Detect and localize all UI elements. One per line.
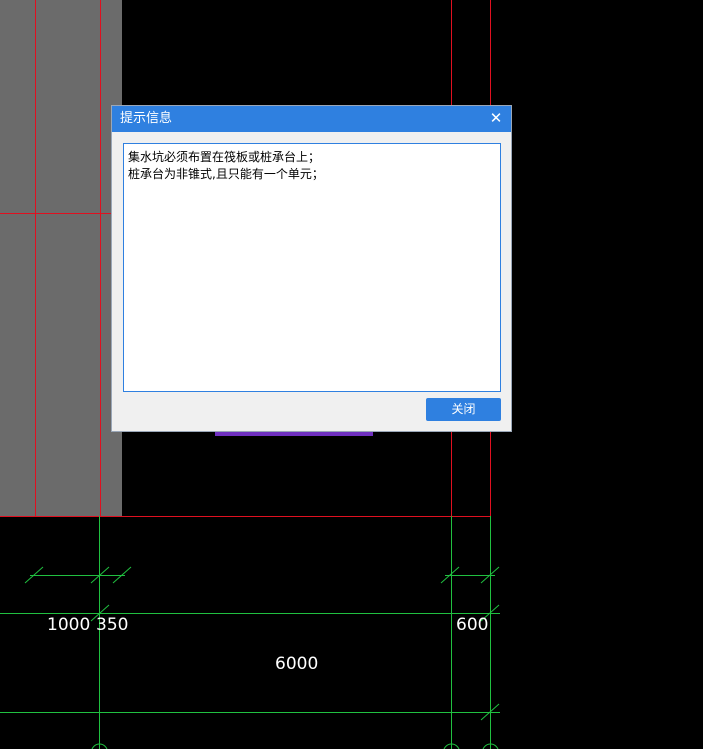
dialog-title-bar[interactable]: 提示信息 ✕: [112, 106, 511, 132]
slab-region: [0, 0, 122, 516]
message-text-area[interactable]: 集水坑必须布置在筏板或桩承台上； 桩承台为非锥式,且只能有一个单元；: [123, 143, 501, 392]
dialog-title: 提示信息: [120, 111, 173, 126]
info-dialog: 提示信息 ✕ 集水坑必须布置在筏板或桩承台上； 桩承台为非锥式,且只能有一个单元…: [111, 105, 512, 432]
dimension-label-600: 600: [456, 615, 489, 635]
dimension-label-1000: 1000: [47, 615, 91, 635]
pit-element: [215, 432, 373, 436]
close-button[interactable]: 关闭: [426, 398, 501, 421]
dimension-label-6000: 6000: [275, 654, 319, 674]
close-icon[interactable]: ✕: [487, 109, 505, 127]
dimension-label-350: 350: [96, 615, 129, 635]
message-line-2: 桩承台为非锥式,且只能有一个单元；: [128, 167, 324, 181]
message-line-1: 集水坑必须布置在筏板或桩承台上；: [128, 150, 321, 164]
